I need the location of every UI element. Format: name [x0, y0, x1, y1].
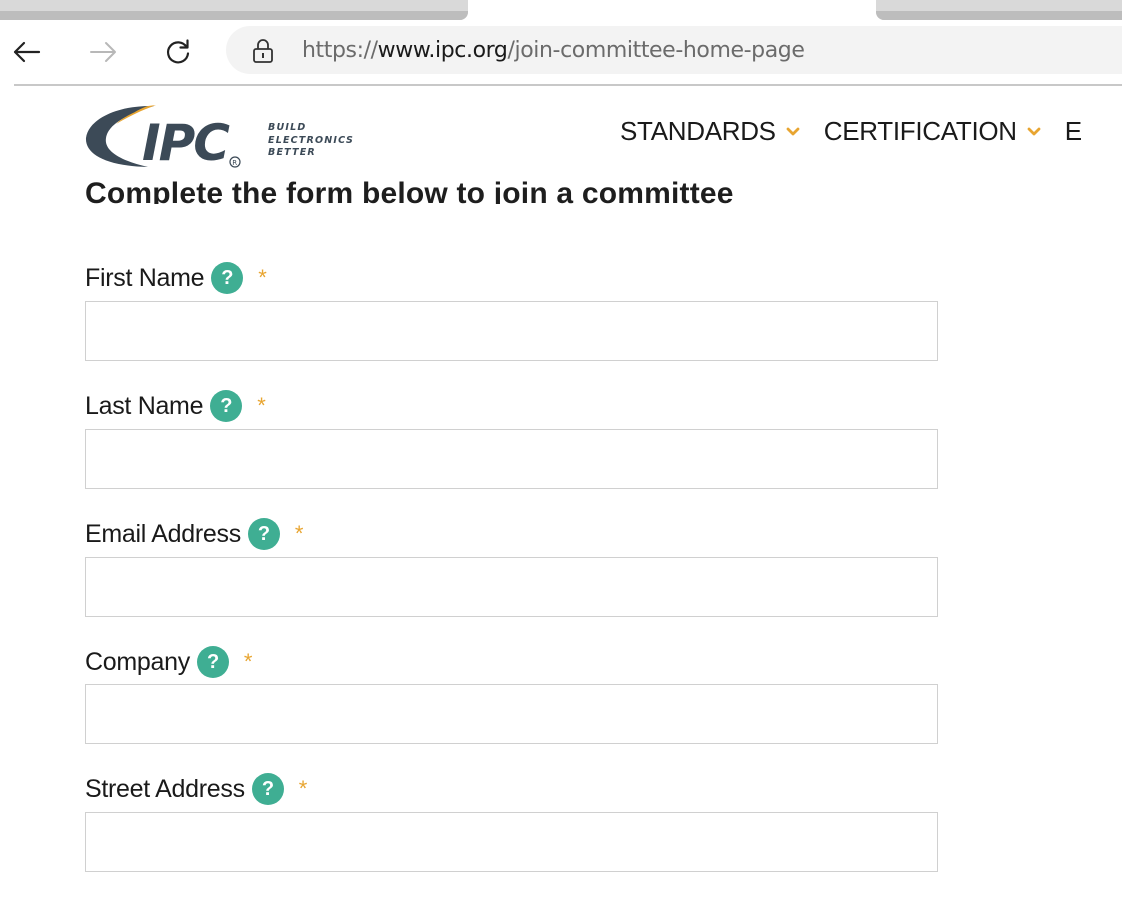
tab-strip [0, 0, 1122, 20]
tagline-line-2: ELECTRONICS [268, 134, 355, 146]
reload-button[interactable] [160, 34, 196, 70]
email-address-label: Email Address ? * [85, 518, 303, 550]
svg-text:R: R [232, 159, 237, 167]
first-name-label: First Name ? * [85, 262, 267, 294]
nav-item-partial[interactable]: E [1065, 116, 1082, 147]
tagline-line-1: BUILD [268, 122, 307, 133]
nav-label: CERTIFICATION [823, 116, 1017, 146]
url-protocol: https:// [302, 38, 378, 63]
street-address-input[interactable] [85, 812, 938, 872]
help-icon[interactable]: ? [211, 262, 244, 294]
back-button[interactable] [8, 34, 44, 70]
reload-icon [166, 39, 190, 64]
nav-label: E [1064, 116, 1082, 146]
street-address-label: Street Address ? * [85, 773, 307, 805]
required-asterisk: * [294, 521, 304, 546]
inactive-tab-right[interactable] [876, 0, 1122, 20]
first-name-input[interactable] [85, 301, 938, 361]
arrow-right-icon [90, 42, 116, 62]
active-tab[interactable] [468, 0, 876, 20]
field-label-text: Street Address [85, 774, 245, 803]
last-name-input[interactable] [85, 429, 938, 489]
chevron-down-icon [786, 127, 800, 135]
main-nav: STANDARDS CERTIFICATION E [620, 116, 1082, 147]
url-text[interactable]: https://www.ipc.org/join-committee-home-… [302, 38, 805, 64]
url-host: www.ipc.org [377, 38, 508, 63]
address-bar[interactable]: https://www.ipc.org/join-committee-home-… [226, 26, 1122, 74]
site-header: IPC R BUILD ELECTRONICS BETTER STANDARDS… [0, 86, 1122, 186]
help-icon[interactable]: ? [251, 773, 284, 805]
nav-label: STANDARDS [620, 116, 776, 146]
form-heading: Complete the form below to join a commit… [85, 172, 885, 204]
nav-item-certification[interactable]: CERTIFICATION [824, 116, 1065, 147]
logo-tagline: BUILD ELECTRONICS BETTER [268, 122, 354, 160]
required-asterisk: * [298, 776, 308, 801]
required-asterisk: * [243, 649, 253, 674]
field-label-text: Company [85, 647, 190, 676]
help-icon[interactable]: ? [247, 518, 280, 550]
required-asterisk: * [257, 393, 266, 418]
required-asterisk: * [258, 265, 267, 290]
nav-item-standards[interactable]: STANDARDS [620, 116, 824, 147]
company-input[interactable] [85, 684, 938, 744]
lock-icon[interactable] [252, 38, 274, 64]
last-name-label: Last Name ? * [85, 390, 266, 422]
logo-wordmark: IPC [142, 114, 230, 172]
arrow-left-icon [13, 41, 41, 63]
url-path: /join-committee-home-page [507, 38, 805, 63]
email-address-input[interactable] [85, 557, 938, 617]
tagline-line-3: BETTER [268, 147, 316, 158]
chevron-down-icon [1027, 127, 1041, 135]
field-label-text: Email Address [85, 519, 241, 548]
help-icon[interactable]: ? [196, 646, 229, 678]
field-label-text: First Name [85, 263, 205, 292]
browser-toolbar: https://www.ipc.org/join-committee-home-… [0, 20, 1122, 84]
help-icon[interactable]: ? [210, 390, 243, 422]
company-label: Company ? * [85, 646, 252, 678]
forward-button[interactable] [86, 34, 122, 70]
inactive-tab-left[interactable] [0, 0, 468, 20]
field-label-text: Last Name [85, 391, 204, 420]
form-heading-text: Complete the form below to join a commit… [85, 177, 734, 204]
